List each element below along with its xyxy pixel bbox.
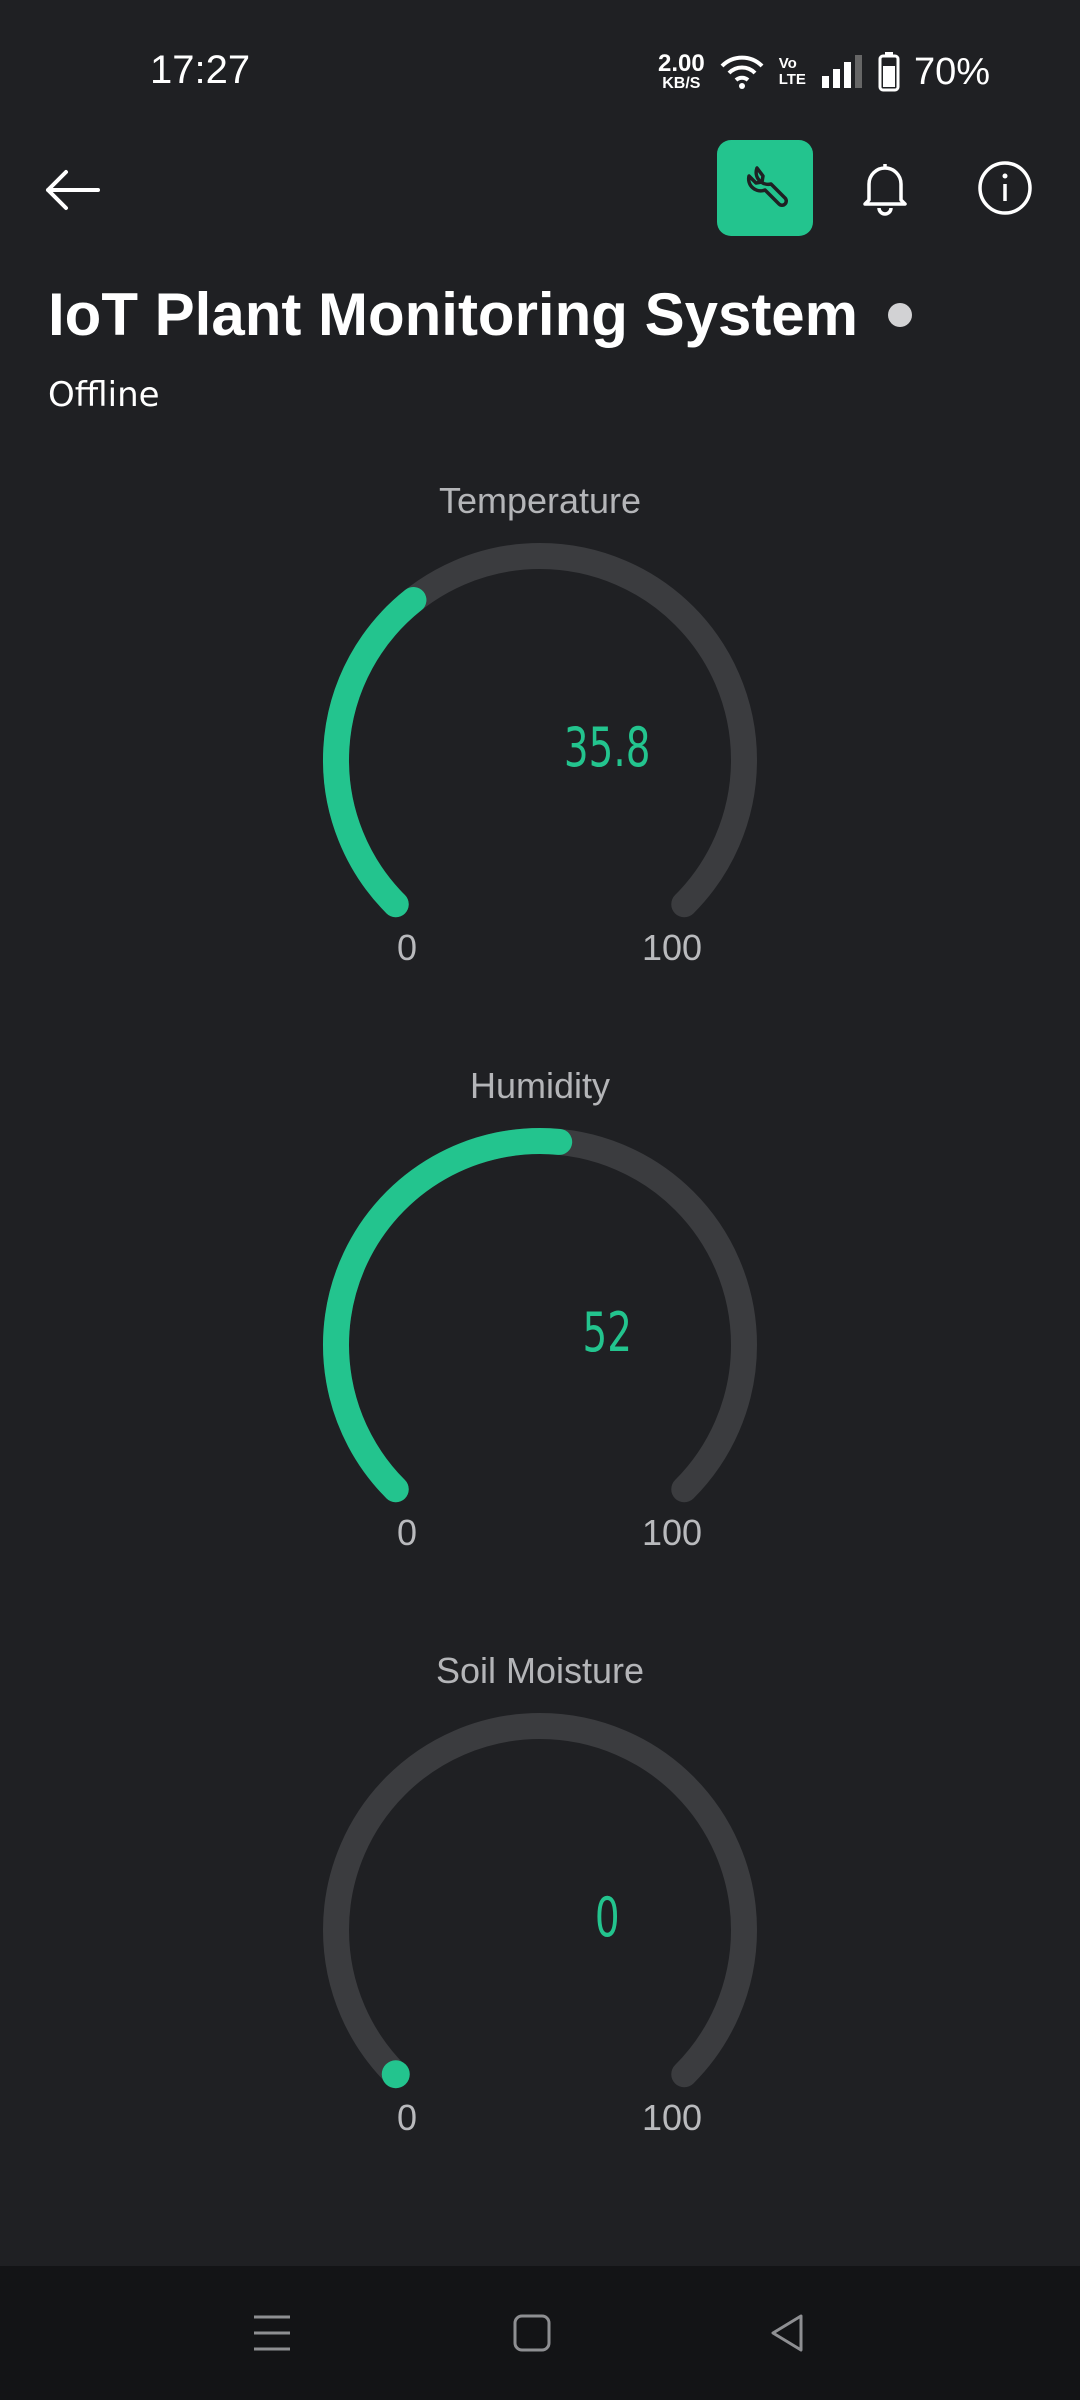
- status-time: 17:27: [150, 48, 251, 92]
- gauge-track: [323, 1713, 757, 2088]
- wrench-icon: [746, 166, 788, 207]
- volte-bottom: LTE: [778, 71, 806, 88]
- back-triangle-icon[interactable]: [765, 2311, 809, 2355]
- page-title: IoT Plant Monitoring System: [48, 281, 859, 348]
- arrow-left-icon: [46, 170, 100, 210]
- gauge-max: 100: [642, 927, 702, 968]
- info-button[interactable]: [975, 158, 1035, 218]
- back-button[interactable]: [40, 160, 110, 220]
- signal-icon: [821, 55, 862, 88]
- gauge-title-soil-moisture: Soil Moisture: [435, 1650, 645, 1691]
- gauge-humidity[interactable]: 52 0 100: [300, 1105, 780, 1553]
- volte-top: Vo: [778, 55, 797, 72]
- gauge-value: 35.8: [564, 717, 651, 780]
- gauge-value: 0: [595, 1887, 620, 1950]
- status-dot: [888, 302, 913, 327]
- net-speed: 2.00 KB/S: [658, 52, 705, 92]
- notifications-button[interactable]: [855, 158, 915, 218]
- net-speed-unit: KB/S: [662, 75, 701, 92]
- volte-indicator: Vo LTE: [779, 56, 806, 88]
- gauge-min: 0: [397, 927, 417, 968]
- status-bar: 17:27 2.00 KB/S Vo LTE 70%: [0, 0, 1080, 140]
- gauge-min: 0: [397, 2097, 417, 2138]
- gauge-max: 100: [642, 2097, 702, 2138]
- home-square-icon[interactable]: [510, 2311, 554, 2355]
- net-speed-value: 2.00: [658, 50, 705, 77]
- gauge-title-humidity: Humidity: [469, 1065, 611, 1106]
- info-icon: [978, 161, 1032, 215]
- settings-button[interactable]: [717, 140, 813, 236]
- gauge-min: 0: [397, 1512, 417, 1553]
- bell-icon: [863, 164, 907, 216]
- gauge-start-dot: [381, 2060, 410, 2089]
- gauge-fill: [323, 586, 427, 918]
- gauge-temperature[interactable]: 35.8 0 100: [300, 520, 780, 968]
- gauge-title-temperature: Temperature: [438, 480, 642, 521]
- battery-icon: [878, 52, 900, 92]
- system-nav-bar: [0, 2266, 1080, 2400]
- device-status: Offline: [48, 375, 160, 415]
- wifi-icon: [720, 55, 764, 89]
- toolbar: [0, 140, 1080, 240]
- menu-icon[interactable]: [250, 2311, 294, 2355]
- gauge-fill: [323, 1128, 573, 1503]
- battery-percent: 70%: [913, 50, 990, 93]
- gauge-value: 52: [582, 1302, 631, 1365]
- status-icons: 2.00 KB/S Vo LTE 70%: [658, 50, 990, 94]
- title-row: IoT Plant Monitoring System: [48, 280, 913, 349]
- gauge-max: 100: [642, 1512, 702, 1553]
- gauge-soil-moisture[interactable]: 0 0 100: [300, 1690, 780, 2138]
